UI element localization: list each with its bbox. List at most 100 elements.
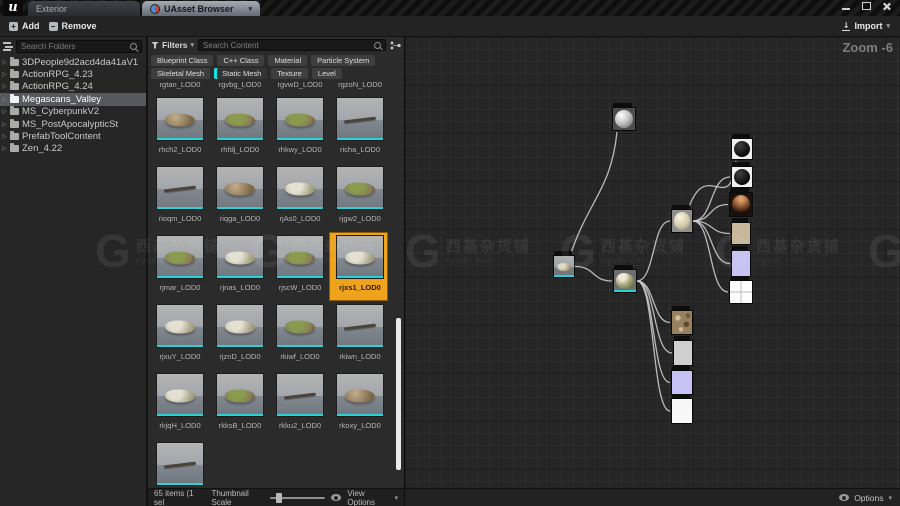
tab-uasset-browser[interactable]: UAsset Browser ▾: [142, 1, 260, 16]
expander-icon[interactable]: ▷: [2, 96, 9, 103]
search-content-input[interactable]: Search Content: [198, 39, 386, 51]
graph-footer: Options ▾: [405, 488, 900, 506]
folder-item[interactable]: ▷MS_PostApocalypticSt: [0, 118, 146, 130]
unreal-logo-icon: u: [3, 0, 23, 16]
lod-stripe: [217, 414, 263, 417]
folder-item[interactable]: ▷ActionRPG_4.23: [0, 68, 146, 80]
lod-stripe: [337, 207, 383, 210]
graph-node-cavity[interactable]: [729, 192, 753, 217]
options-caret-icon: ▾: [888, 494, 892, 502]
folder-item[interactable]: ▷MS_CyberpunkV2: [0, 106, 146, 118]
folder-item[interactable]: ▷ActionRPG_4.24: [0, 81, 146, 93]
graph-node-mat2[interactable]: [731, 166, 753, 188]
graph-node-center[interactable]: [613, 269, 637, 293]
graph-node-tex-tan[interactable]: [731, 222, 751, 245]
view-options-button[interactable]: View Options: [347, 489, 388, 506]
asset-thumbnail[interactable]: [276, 304, 324, 348]
asset-name: rjnas_LOD0: [211, 283, 269, 292]
import-button[interactable]: ↓ Import ▾: [842, 16, 890, 36]
filters-row: Filters ▾ Search Content: [148, 37, 404, 53]
minus-icon: −: [49, 22, 58, 31]
asset-name: rjmar_LOD0: [151, 283, 209, 292]
mesh-preview: [165, 320, 195, 333]
graph-node-left[interactable]: [553, 255, 575, 278]
graph-node-tex-lav2[interactable]: [671, 370, 693, 395]
sphere-preview: [732, 195, 750, 214]
mesh-preview: [344, 323, 376, 330]
asset-thumbnail[interactable]: [336, 166, 384, 210]
folder-item[interactable]: ▷Zen_4.22: [0, 143, 146, 155]
sphere-preview: [615, 110, 633, 128]
minimize-button[interactable]: [841, 2, 852, 11]
filter-chip[interactable]: Blueprint Class: [151, 55, 213, 66]
graph-node-tex-albedo[interactable]: [671, 310, 693, 335]
filter-chip[interactable]: C++ Class: [217, 55, 264, 66]
thumbnail-scale-slider[interactable]: [270, 497, 326, 499]
expander-icon[interactable]: ▷: [2, 108, 9, 115]
asset-thumbnail[interactable]: [276, 373, 324, 417]
asset-grid-scrollbar[interactable]: [396, 318, 401, 470]
tab-exterior[interactable]: Exterior: [28, 1, 140, 16]
asset-thumbnail[interactable]: [276, 235, 324, 279]
asset-thumbnail[interactable]: [156, 373, 204, 417]
close-button[interactable]: [881, 2, 892, 11]
asset-thumbnail[interactable]: [336, 304, 384, 348]
graph-node-mat1[interactable]: [731, 138, 753, 160]
asset-thumbnail[interactable]: [216, 304, 264, 348]
asset-thumbnail[interactable]: [216, 97, 264, 141]
mesh-preview: [165, 251, 195, 264]
graph-node-tex-grid[interactable]: [729, 280, 753, 304]
asset-thumbnail[interactable]: [276, 97, 324, 141]
asset-thumbnail[interactable]: [216, 373, 264, 417]
tree-toggle-icon[interactable]: [3, 42, 13, 51]
folder-item[interactable]: ▷3DPeople9d2acd4da41aV1: [0, 56, 146, 68]
asset-thumbnail[interactable]: [156, 304, 204, 348]
graph-node-tex-lav1[interactable]: [731, 250, 751, 277]
asset-thumbnail[interactable]: [276, 166, 324, 210]
maximize-button[interactable]: [861, 2, 872, 11]
remove-button[interactable]: − Remove: [49, 21, 97, 31]
folder-icon: [10, 108, 19, 115]
asset-thumbnail[interactable]: [156, 166, 204, 210]
search-folders-input[interactable]: Search Folders: [16, 40, 142, 53]
asset-thumbnail[interactable]: [216, 166, 264, 210]
folder-item[interactable]: ▷PrefabToolContent: [0, 130, 146, 142]
expander-icon[interactable]: ▷: [2, 145, 9, 152]
add-button[interactable]: + Add: [9, 21, 40, 31]
plus-icon: +: [9, 22, 18, 31]
asset-thumbnail[interactable]: [216, 235, 264, 279]
asset-thumbnail[interactable]: [336, 235, 384, 279]
asset-name: rioqm_LOD0: [151, 214, 209, 223]
graph-settings-icon[interactable]: [390, 41, 401, 50]
folder-icon: [10, 71, 19, 78]
slider-handle[interactable]: [276, 493, 282, 503]
tab-caret-icon[interactable]: ▾: [248, 5, 252, 13]
filter-chip[interactable]: Material: [268, 55, 307, 66]
view-options-caret-icon: ▾: [394, 494, 398, 502]
filters-button[interactable]: Filters ▾: [151, 40, 194, 50]
reference-graph-panel[interactable]: Zoom -6 Options ▾: [404, 37, 900, 506]
asset-thumbnail[interactable]: [156, 97, 204, 141]
graph-node-tex-white[interactable]: [671, 398, 693, 424]
expander-icon[interactable]: ▷: [2, 59, 9, 66]
graph-options-button[interactable]: Options: [854, 493, 883, 503]
filter-funnel-icon: [151, 42, 159, 49]
graph-node-tex-gray[interactable]: [673, 340, 693, 366]
uasset-browser-window: u Exterior UAsset Browser ▾ + Add − Remo…: [0, 0, 900, 506]
toolbar: + Add − Remove ↓ Import ▾: [0, 16, 900, 37]
graph-node-matinst[interactable]: [671, 209, 693, 233]
mesh-preview: [285, 113, 315, 126]
lod-stripe: [157, 483, 203, 486]
filter-chip[interactable]: Particle System: [311, 55, 375, 66]
asset-thumbnail[interactable]: [336, 373, 384, 417]
graph-node-top[interactable]: [612, 107, 636, 131]
expander-icon[interactable]: ▷: [2, 83, 9, 90]
expander-icon[interactable]: ▷: [2, 121, 9, 128]
expander-icon[interactable]: ▷: [2, 71, 9, 78]
folder-item[interactable]: ▷Megascans_Valley: [0, 93, 146, 105]
expander-icon[interactable]: ▷: [2, 133, 9, 140]
asset-thumbnail[interactable]: [336, 97, 384, 141]
asset-thumbnail[interactable]: [156, 442, 204, 486]
lod-stripe: [554, 275, 574, 277]
asset-thumbnail[interactable]: [156, 235, 204, 279]
